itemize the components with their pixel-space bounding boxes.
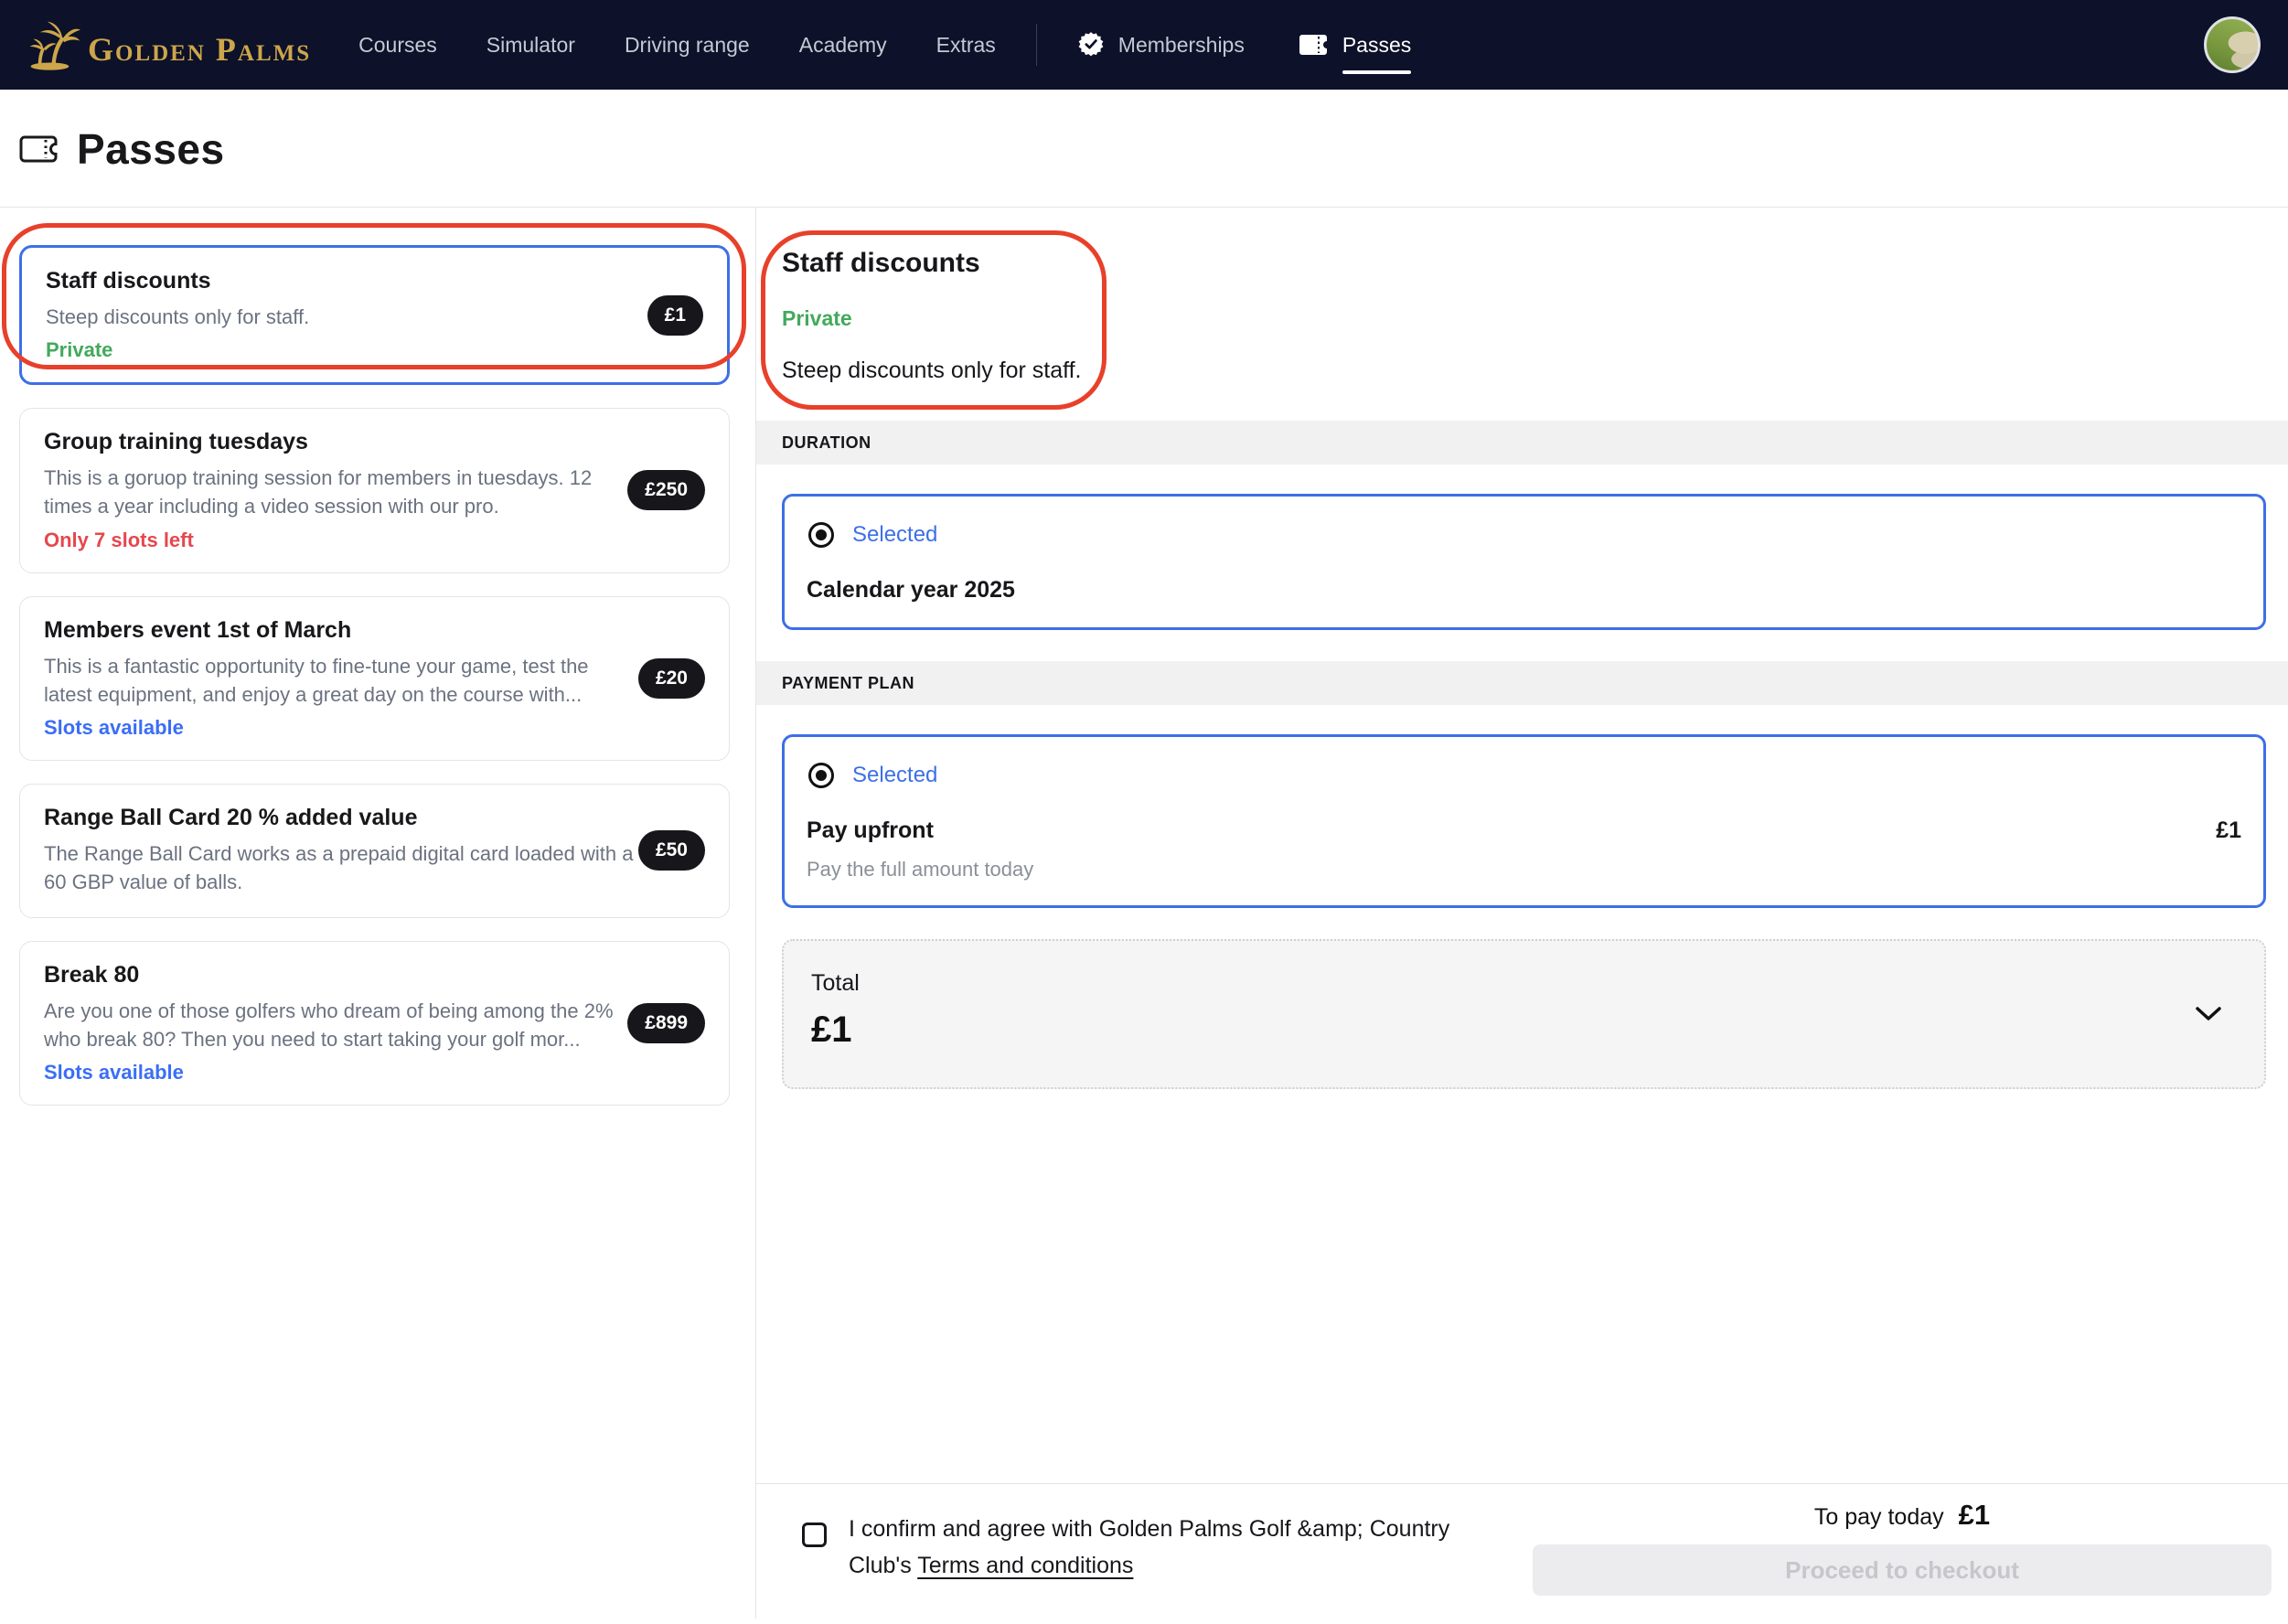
nav-label-memberships: Memberships (1118, 33, 1245, 58)
payment-plan-section-header: PAYMENT PLAN (756, 661, 2288, 705)
payment-option-pay-upfront[interactable]: Selected Pay upfront £1 Pay the full amo… (782, 734, 2266, 908)
radio-selected-icon[interactable] (807, 520, 836, 550)
to-pay-value: £1 (1959, 1499, 1990, 1532)
duration-section-header: DURATION (756, 421, 2288, 465)
option-selected-row: Selected (807, 761, 2241, 790)
pass-card-members-event[interactable]: Members event 1st of March This is a fan… (19, 596, 730, 761)
pass-status: Private (46, 338, 703, 362)
nav-label-passes: Passes (1342, 33, 1411, 58)
price-badge: £50 (638, 830, 705, 871)
pass-title: Break 80 (44, 962, 705, 988)
pass-title: Group training tuesdays (44, 429, 705, 455)
nav-links: Courses Simulator Driving range Academy … (358, 33, 996, 58)
pass-list: Staff discounts Steep discounts only for… (0, 208, 755, 1619)
checkout-footer: I confirm and agree with Golden Palms Go… (756, 1483, 2288, 1619)
detail-visibility-badge: Private (782, 306, 2262, 331)
terms-row: I confirm and agree with Golden Palms Go… (802, 1512, 1480, 1619)
nav-item-academy[interactable]: Academy (799, 33, 887, 58)
terms-checkbox[interactable] (802, 1522, 827, 1547)
detail-header: Staff discounts Private Steep discounts … (756, 208, 2288, 421)
payment-option-price: £1 (2216, 817, 2241, 844)
brand-name: Golden Palms (88, 33, 311, 73)
brand[interactable]: Golden Palms (27, 16, 311, 73)
terms-text: I confirm and agree with Golden Palms Go… (849, 1512, 1480, 1584)
nav-item-simulator[interactable]: Simulator (486, 33, 575, 58)
nav-divider (1036, 24, 1037, 66)
pass-status: Slots available (44, 1061, 705, 1084)
passes-page: Golden Palms Courses Simulator Driving r… (0, 0, 2288, 1624)
pass-title: Range Ball Card 20 % added value (44, 805, 705, 831)
nav-secondary: Memberships Passes (1077, 31, 1411, 59)
option-selected-label: Selected (852, 522, 937, 548)
terms-and-conditions-link[interactable]: Terms and conditions (917, 1553, 1133, 1578)
pass-description: This is a goruop training session for me… (44, 464, 634, 520)
pass-card-range-ball-card[interactable]: Range Ball Card 20 % added value The Ran… (19, 784, 730, 917)
total-summary-box[interactable]: Total £1 (782, 939, 2266, 1089)
price-badge: £250 (627, 470, 705, 510)
radio-selected-icon[interactable] (807, 761, 836, 790)
nav-item-courses[interactable]: Courses (358, 33, 437, 58)
option-selected-row: Selected (807, 520, 2241, 550)
to-pay-label: To pay today (1814, 1504, 1944, 1531)
total-value: £1 (811, 1010, 2237, 1051)
pass-description: The Range Ball Card works as a prepaid d… (44, 839, 634, 896)
page-header: Passes (0, 90, 2288, 207)
user-avatar[interactable] (2204, 16, 2261, 73)
ticket-outline-icon (18, 134, 59, 165)
pass-detail-panel: Staff discounts Private Steep discounts … (755, 208, 2288, 1619)
pass-card-staff-discounts[interactable]: Staff discounts Steep discounts only for… (19, 245, 730, 385)
chevron-down-icon[interactable] (2195, 1006, 2222, 1022)
to-pay-row: To pay today £1 (1814, 1499, 1990, 1532)
option-name-row: Pay upfront £1 (807, 817, 2241, 844)
palm-tree-icon (27, 16, 80, 73)
detail-title: Staff discounts (782, 248, 2262, 279)
pass-title: Members event 1st of March (44, 617, 705, 644)
nav-item-memberships[interactable]: Memberships (1077, 31, 1245, 59)
pass-description: Are you one of those golfers who dream o… (44, 997, 634, 1053)
price-badge: £20 (638, 658, 705, 699)
pass-card-break-80[interactable]: Break 80 Are you one of those golfers wh… (19, 941, 730, 1106)
nav-item-driving-range[interactable]: Driving range (625, 33, 750, 58)
pass-status: Slots available (44, 716, 705, 740)
ticket-icon (1298, 32, 1329, 58)
nav-item-extras[interactable]: Extras (936, 33, 996, 58)
pass-status: Only 7 slots left (44, 529, 705, 552)
pass-card-group-training[interactable]: Group training tuesdays This is a goruop… (19, 408, 730, 572)
price-badge: £1 (647, 295, 703, 336)
nav-item-passes[interactable]: Passes (1298, 32, 1411, 58)
duration-option-calendar-2025[interactable]: Selected Calendar year 2025 (782, 494, 2266, 630)
content: Staff discounts Steep discounts only for… (0, 207, 2288, 1619)
total-label: Total (811, 970, 2237, 997)
navbar: Golden Palms Courses Simulator Driving r… (0, 0, 2288, 90)
page-title: Passes (77, 124, 225, 174)
duration-option-name: Calendar year 2025 (807, 577, 1015, 604)
pass-description: This is a fantastic opportunity to fine-… (44, 652, 634, 709)
price-badge: £899 (627, 1003, 705, 1043)
badge-check-icon (1077, 31, 1105, 59)
pass-description: Steep discounts only for staff. (46, 303, 636, 331)
option-selected-label: Selected (852, 763, 937, 788)
pass-title: Staff discounts (46, 268, 703, 294)
pay-block: To pay today £1 Proceed to checkout (1533, 1499, 2272, 1619)
payment-option-name: Pay upfront (807, 817, 934, 844)
proceed-to-checkout-button[interactable]: Proceed to checkout (1533, 1544, 2272, 1596)
option-name-row: Calendar year 2025 (807, 577, 2241, 604)
payment-option-subtext: Pay the full amount today (807, 858, 2241, 881)
detail-description: Steep discounts only for staff. (782, 358, 2262, 421)
